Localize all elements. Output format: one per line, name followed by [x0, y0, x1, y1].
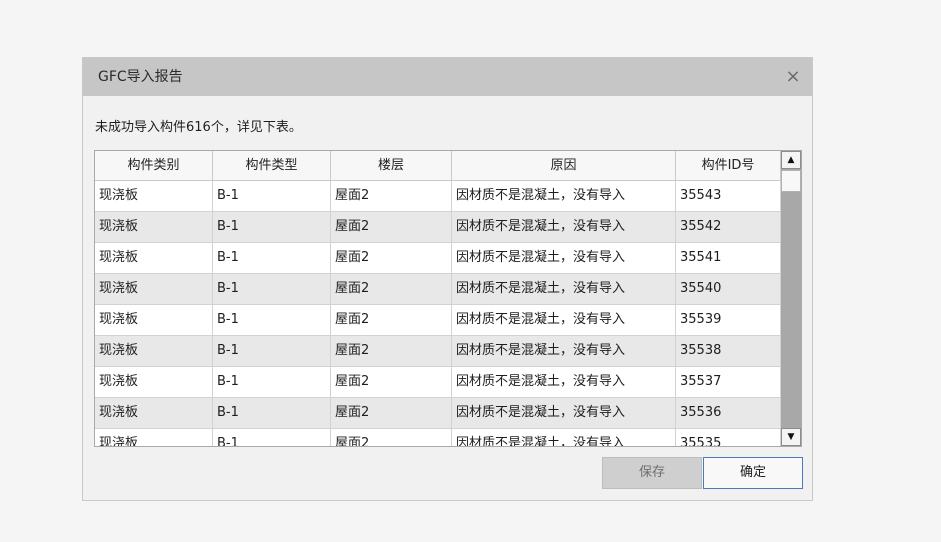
- table-cell: B-1: [213, 367, 331, 397]
- table-cell: B-1: [213, 212, 331, 242]
- table-cell: 因材质不是混凝土，没有导入: [452, 181, 676, 211]
- scroll-down-arrow-icon[interactable]: ▼: [781, 428, 801, 446]
- table-cell: 屋面2: [331, 243, 452, 273]
- table-cell: 因材质不是混凝土，没有导入: [452, 274, 676, 304]
- scroll-up-arrow-icon[interactable]: ▲: [781, 151, 801, 169]
- close-icon[interactable]: ×: [782, 66, 804, 88]
- table-cell: 屋面2: [331, 305, 452, 335]
- column-header[interactable]: 原因: [452, 151, 676, 181]
- column-header[interactable]: 构件类型: [213, 151, 331, 181]
- table-cell: 现浇板: [95, 243, 213, 273]
- table-row[interactable]: 现浇板 B-1 屋面2 因材质不是混凝土，没有导入 35535: [95, 429, 781, 446]
- table-row[interactable]: 现浇板 B-1 屋面2 因材质不是混凝土，没有导入 35538: [95, 336, 781, 367]
- table-cell: 因材质不是混凝土，没有导入: [452, 305, 676, 335]
- table-row[interactable]: 现浇板 B-1 屋面2 因材质不是混凝土，没有导入 35537: [95, 367, 781, 398]
- table-cell: 因材质不是混凝土，没有导入: [452, 336, 676, 366]
- vertical-scrollbar[interactable]: ▲ ▼: [781, 151, 801, 446]
- table-cell: 35542: [676, 212, 781, 242]
- table-body: 现浇板 B-1 屋面2 因材质不是混凝土，没有导入 35543 现浇板 B-1 屋面2 因材质不…: [95, 181, 781, 446]
- table-cell: 35537: [676, 367, 781, 397]
- table-cell: 屋面2: [331, 274, 452, 304]
- save-button[interactable]: 保存: [602, 457, 702, 489]
- table-cell: B-1: [213, 243, 331, 273]
- dialog-titlebar[interactable]: GFC导入报告 ×: [83, 58, 812, 96]
- table-cell: 35539: [676, 305, 781, 335]
- dialog-title: GFC导入报告: [98, 69, 183, 85]
- table-cell: B-1: [213, 429, 331, 446]
- gfc-import-report-dialog: GFC导入报告 × 未成功导入构件616个，详见下表。 构件类别 构件类型 楼层 原因…: [82, 57, 813, 501]
- table-cell: 因材质不是混凝土，没有导入: [452, 212, 676, 242]
- table-cell: 现浇板: [95, 212, 213, 242]
- table-cell: 35540: [676, 274, 781, 304]
- table-row[interactable]: 现浇板 B-1 屋面2 因材质不是混凝土，没有导入 35542: [95, 212, 781, 243]
- table-cell: 现浇板: [95, 367, 213, 397]
- table-cell: 现浇板: [95, 336, 213, 366]
- table-row[interactable]: 现浇板 B-1 屋面2 因材质不是混凝土，没有导入 35539: [95, 305, 781, 336]
- table-cell: 屋面2: [331, 181, 452, 211]
- table-cell: B-1: [213, 398, 331, 428]
- table-cell: 35543: [676, 181, 781, 211]
- scrollbar-thumb[interactable]: [781, 170, 801, 192]
- table-cell: 现浇板: [95, 398, 213, 428]
- table-row[interactable]: 现浇板 B-1 屋面2 因材质不是混凝土，没有导入 35536: [95, 398, 781, 429]
- table-row[interactable]: 现浇板 B-1 屋面2 因材质不是混凝土，没有导入 35540: [95, 274, 781, 305]
- table-cell: 屋面2: [331, 429, 452, 446]
- table-cell: 屋面2: [331, 336, 452, 366]
- table-cell: B-1: [213, 305, 331, 335]
- table-cell: 屋面2: [331, 367, 452, 397]
- table-cell: 35535: [676, 429, 781, 446]
- table-cell: 屋面2: [331, 398, 452, 428]
- column-header[interactable]: 楼层: [331, 151, 452, 181]
- table-cell: 屋面2: [331, 212, 452, 242]
- table-cell: B-1: [213, 274, 331, 304]
- table-cell: 现浇板: [95, 429, 213, 446]
- table-cell: B-1: [213, 181, 331, 211]
- failure-summary-message: 未成功导入构件616个，详见下表。: [95, 120, 302, 135]
- table-cell: 因材质不是混凝土，没有导入: [452, 398, 676, 428]
- table-cell: 35538: [676, 336, 781, 366]
- table-cell: 因材质不是混凝土，没有导入: [452, 429, 676, 446]
- column-header[interactable]: 构件ID号: [676, 151, 781, 181]
- table-cell: 因材质不是混凝土，没有导入: [452, 243, 676, 273]
- table-row[interactable]: 现浇板 B-1 屋面2 因材质不是混凝土，没有导入 35543: [95, 181, 781, 212]
- table-cell: B-1: [213, 336, 331, 366]
- table-cell: 35536: [676, 398, 781, 428]
- table-cell: 35541: [676, 243, 781, 273]
- ok-button[interactable]: 确定: [703, 457, 803, 489]
- report-table: 构件类别 构件类型 楼层 原因 构件ID号 现浇板 B-1 屋面2 因材质不是混凝土，没有导入…: [94, 150, 802, 447]
- table-cell: 现浇板: [95, 181, 213, 211]
- table-header: 构件类别 构件类型 楼层 原因 构件ID号: [95, 151, 781, 181]
- table-cell: 因材质不是混凝土，没有导入: [452, 367, 676, 397]
- table-row[interactable]: 现浇板 B-1 屋面2 因材质不是混凝土，没有导入 35541: [95, 243, 781, 274]
- table-cell: 现浇板: [95, 274, 213, 304]
- table-cell: 现浇板: [95, 305, 213, 335]
- column-header[interactable]: 构件类别: [95, 151, 213, 181]
